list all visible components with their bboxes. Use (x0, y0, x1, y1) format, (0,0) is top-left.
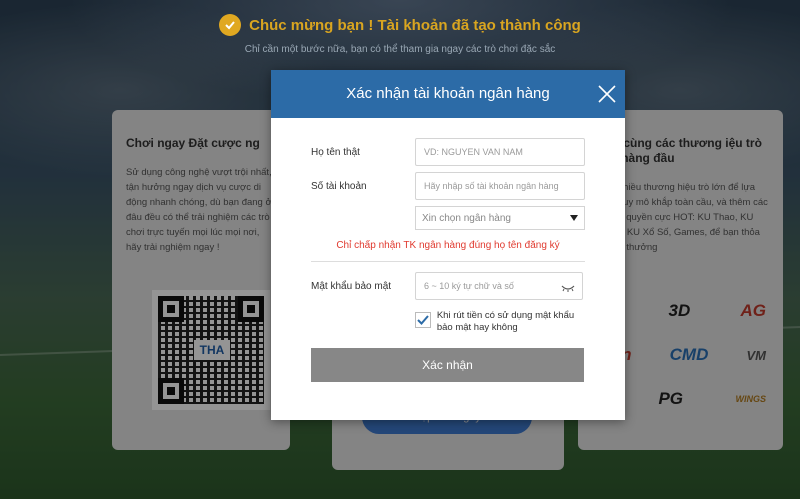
bank-confirm-modal: Xác nhận tài khoản ngân hàng Họ tên thật… (271, 70, 625, 420)
check-circle-icon (219, 14, 242, 36)
security-password-checkbox[interactable] (415, 312, 431, 328)
password-label: Mật khẩu bảo mật (311, 280, 392, 292)
divider (311, 261, 585, 262)
modal-header: Xác nhận tài khoản ngân hàng (271, 70, 625, 118)
real-name-input[interactable] (415, 138, 585, 166)
security-password-toggle: Khi rút tiền có sử dụng mật khẩu bảo mật… (415, 310, 585, 334)
password-row: Mật khẩu bảo mật (311, 272, 585, 300)
close-icon[interactable] (597, 76, 617, 103)
confirm-button[interactable]: Xác nhận (311, 348, 584, 382)
account-label: Số tài khoản (311, 180, 367, 192)
caret-down-icon (570, 215, 578, 221)
name-row: Họ tên thật (311, 138, 585, 166)
account-row: Số tài khoản (311, 172, 585, 200)
bank-select-value: Xin chọn ngân hàng (422, 212, 511, 224)
success-title: Chúc mừng bạn ! Tài khoản đã tạo thành c… (249, 16, 581, 34)
eye-closed-icon[interactable] (561, 280, 575, 298)
name-match-notice: Chỉ chấp nhận TK ngân hàng đúng họ tên đ… (336, 240, 560, 251)
security-password-input[interactable] (415, 272, 583, 300)
success-subtitle: Chỉ cần một bước nữa, bạn có thể tham gi… (244, 44, 556, 55)
checkbox-label: Khi rút tiền có sử dụng mật khẩu bảo mật… (436, 310, 575, 333)
modal-title: Xác nhận tài khoản ngân hàng (346, 85, 550, 102)
success-banner: Chúc mừng bạn ! Tài khoản đã tạo thành c… (0, 14, 800, 55)
checkmark-icon (417, 315, 429, 325)
bank-select[interactable]: Xin chọn ngân hàng (415, 206, 585, 230)
name-label: Họ tên thật (311, 146, 360, 158)
bank-form: Họ tên thật Số tài khoản Xin chọn ngân h… (271, 118, 625, 382)
account-number-input[interactable] (415, 172, 585, 200)
